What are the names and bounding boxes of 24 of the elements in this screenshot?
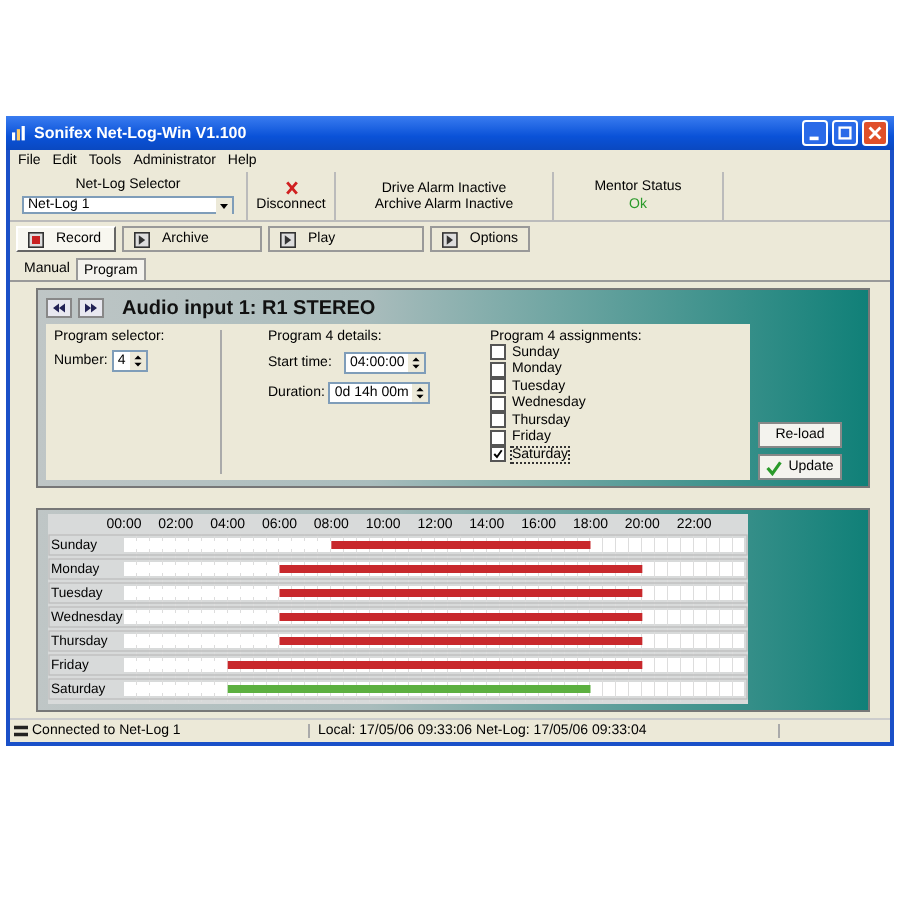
previous-button[interactable] (46, 298, 72, 318)
checkmark-icon (766, 459, 783, 475)
close-button[interactable] (862, 120, 888, 146)
maximize-button[interactable] (832, 120, 858, 146)
checkbox[interactable] (490, 395, 506, 412)
fast-forward-icon (82, 302, 100, 314)
app-icon (12, 125, 28, 141)
maximize-icon (836, 124, 854, 142)
checkbox[interactable] (490, 446, 506, 463)
close-icon (283, 180, 299, 196)
record-icon (28, 231, 44, 247)
checkbox[interactable] (490, 412, 506, 429)
next-button[interactable] (78, 298, 104, 318)
minimize-button[interactable] (802, 120, 828, 146)
checkbox[interactable] (490, 344, 506, 361)
dropdown-arrow-icon[interactable] (216, 197, 232, 213)
checkbox[interactable] (490, 378, 506, 395)
checkbox[interactable] (490, 429, 506, 446)
panel-title: Audio input 1: R1 STEREO (122, 297, 376, 319)
checkbox[interactable] (490, 361, 506, 378)
connection-icon (14, 724, 28, 738)
window-title: Sonifex Net-Log-Win V1.100 (34, 124, 249, 142)
rewind-icon (50, 302, 68, 314)
close-icon (866, 124, 884, 142)
